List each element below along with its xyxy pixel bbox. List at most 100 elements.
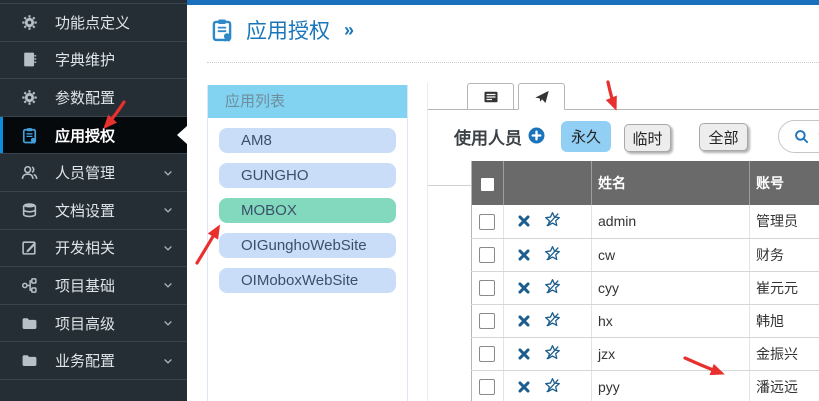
toolbar: 使用人员 永久 临时 全部 <box>428 110 819 162</box>
gear-icon <box>19 89 39 106</box>
name-cell: admin <box>592 205 750 238</box>
name-cell: jzx <box>592 337 750 370</box>
table-row: admin 管理员 <box>472 205 819 238</box>
sidebar-item-5[interactable]: 文档设置 <box>0 192 187 230</box>
list-icon <box>483 89 499 105</box>
app-item-2[interactable]: MOBOX <box>219 198 396 223</box>
row-checkbox[interactable] <box>479 379 495 395</box>
filter-button-0[interactable]: 永久 <box>561 121 611 152</box>
account-cell: 潘远远 <box>750 370 819 401</box>
sidebar-item-label: 应用授权 <box>55 125 187 146</box>
chevron-down-icon <box>162 317 174 329</box>
clipboard-seal-icon <box>19 127 39 144</box>
chevron-down-icon <box>162 204 174 216</box>
gear-icon <box>19 14 39 31</box>
row-checkbox[interactable] <box>479 313 495 329</box>
table-row: pyy 潘远远 <box>472 370 819 401</box>
sidebar-item-2[interactable]: 参数配置 <box>0 79 187 117</box>
tab-1[interactable] <box>518 83 565 110</box>
app-item-3[interactable]: OIGunghoWebSite <box>219 233 396 258</box>
users-table-wrap: 姓名 账号 admin 管理员 cw 财务 cyy 崔元元 hx 韩旭 jzx … <box>471 161 819 401</box>
app-item-4[interactable]: OIMoboxWebSite <box>219 268 396 293</box>
plus-circle-icon[interactable] <box>528 127 545 144</box>
page-title-text: 应用授权 <box>246 15 330 45</box>
table-row: cyy 崔元元 <box>472 271 819 304</box>
name-column-header: 姓名 <box>592 161 750 205</box>
account-cell: 金振兴 <box>750 337 819 370</box>
user-panel: 使用人员 永久 临时 全部 姓名 账号 <box>427 83 819 401</box>
edit-icon <box>19 239 39 256</box>
actions-column-header <box>504 161 592 205</box>
clipboard-seal-icon <box>210 17 234 43</box>
filter-button-2[interactable]: 全部 <box>699 123 748 151</box>
delete-x-icon[interactable] <box>517 314 531 328</box>
app-list-panel: 应用列表 AM8 GUNGHO MOBOX OIGunghoWebSite OI… <box>207 85 408 401</box>
chevron-down-icon <box>162 242 174 254</box>
name-cell: hx <box>592 304 750 337</box>
sidebar-item-9[interactable]: 业务配置 <box>0 342 187 380</box>
search-box <box>778 120 819 153</box>
select-all-checkbox[interactable] <box>481 178 494 191</box>
app-window: 功能点定义 字典维护 参数配置 应用授权 人员管理 文档设置 开发相关 项目基础 <box>0 0 819 401</box>
name-cell: pyy <box>592 370 750 401</box>
folder-icon <box>19 315 39 332</box>
sidebar-item-1[interactable]: 字典维护 <box>0 42 187 80</box>
sidebar-item-8[interactable]: 项目高级 <box>0 305 187 343</box>
table-row: jzx 金振兴 <box>472 337 819 370</box>
table-header-row: 姓名 账号 <box>472 161 819 205</box>
delete-x-icon[interactable] <box>517 214 531 228</box>
title-divider <box>207 62 819 63</box>
sitemap-icon <box>19 277 39 294</box>
row-checkbox[interactable] <box>479 346 495 362</box>
sidebar-item-6[interactable]: 开发相关 <box>0 230 187 268</box>
folder-icon <box>19 352 39 369</box>
sidebar-item-3[interactable]: 应用授权 <box>0 117 187 155</box>
star-slash-icon[interactable] <box>544 211 561 228</box>
name-cell: cyy <box>592 271 750 304</box>
tab-bar <box>428 83 819 110</box>
star-slash-icon[interactable] <box>544 311 561 328</box>
app-list: AM8 GUNGHO MOBOX OIGunghoWebSite OIMobox… <box>208 128 407 293</box>
row-checkbox[interactable] <box>479 280 495 296</box>
sidebar-item-label: 参数配置 <box>55 87 187 108</box>
app-item-0[interactable]: AM8 <box>219 128 396 153</box>
account-cell: 崔元元 <box>750 271 819 304</box>
delete-x-icon[interactable] <box>517 248 531 262</box>
users-icon <box>19 164 39 181</box>
account-cell: 韩旭 <box>750 304 819 337</box>
sidebar-item-label: 字典维护 <box>55 49 187 70</box>
account-cell: 财务 <box>750 238 819 271</box>
delete-x-icon[interactable] <box>517 281 531 295</box>
sidebar-menu: 功能点定义 字典维护 参数配置 应用授权 人员管理 文档设置 开发相关 项目基础 <box>0 3 187 380</box>
tab-0[interactable] <box>467 83 514 110</box>
sidebar: 功能点定义 字典维护 参数配置 应用授权 人员管理 文档设置 开发相关 项目基础 <box>0 0 187 401</box>
sidebar-item-label: 功能点定义 <box>55 12 187 33</box>
row-checkbox[interactable] <box>479 214 495 230</box>
sidebar-item-4[interactable]: 人员管理 <box>0 154 187 192</box>
sidebar-item-0[interactable]: 功能点定义 <box>0 4 187 42</box>
chevron-down-icon <box>162 355 174 367</box>
app-list-header: 应用列表 <box>208 85 407 118</box>
account-cell: 管理员 <box>750 205 819 238</box>
star-slash-icon[interactable] <box>544 278 561 295</box>
filter-button-1[interactable]: 临时 <box>624 124 671 152</box>
star-slash-icon[interactable] <box>544 344 561 361</box>
page-title: 应用授权 » <box>210 15 354 45</box>
star-slash-icon[interactable] <box>544 377 561 394</box>
delete-x-icon[interactable] <box>517 347 531 361</box>
star-slash-icon[interactable] <box>544 245 561 262</box>
top-accent-bar <box>187 0 819 5</box>
account-column-header: 账号 <box>750 161 819 205</box>
paper-plane-icon <box>534 89 550 105</box>
users-label: 使用人员 <box>454 124 522 149</box>
database-icon <box>19 202 39 219</box>
table-row: cw 财务 <box>472 238 819 271</box>
chevron-down-icon <box>162 167 174 179</box>
sidebar-item-7[interactable]: 项目基础 <box>0 267 187 305</box>
delete-x-icon[interactable] <box>517 380 531 394</box>
chevron-down-icon <box>162 279 174 291</box>
row-checkbox[interactable] <box>479 247 495 263</box>
app-item-1[interactable]: GUNGHO <box>219 163 396 188</box>
notebook-icon <box>19 51 39 68</box>
users-table: 姓名 账号 admin 管理员 cw 财务 cyy 崔元元 hx 韩旭 jzx … <box>471 161 819 401</box>
